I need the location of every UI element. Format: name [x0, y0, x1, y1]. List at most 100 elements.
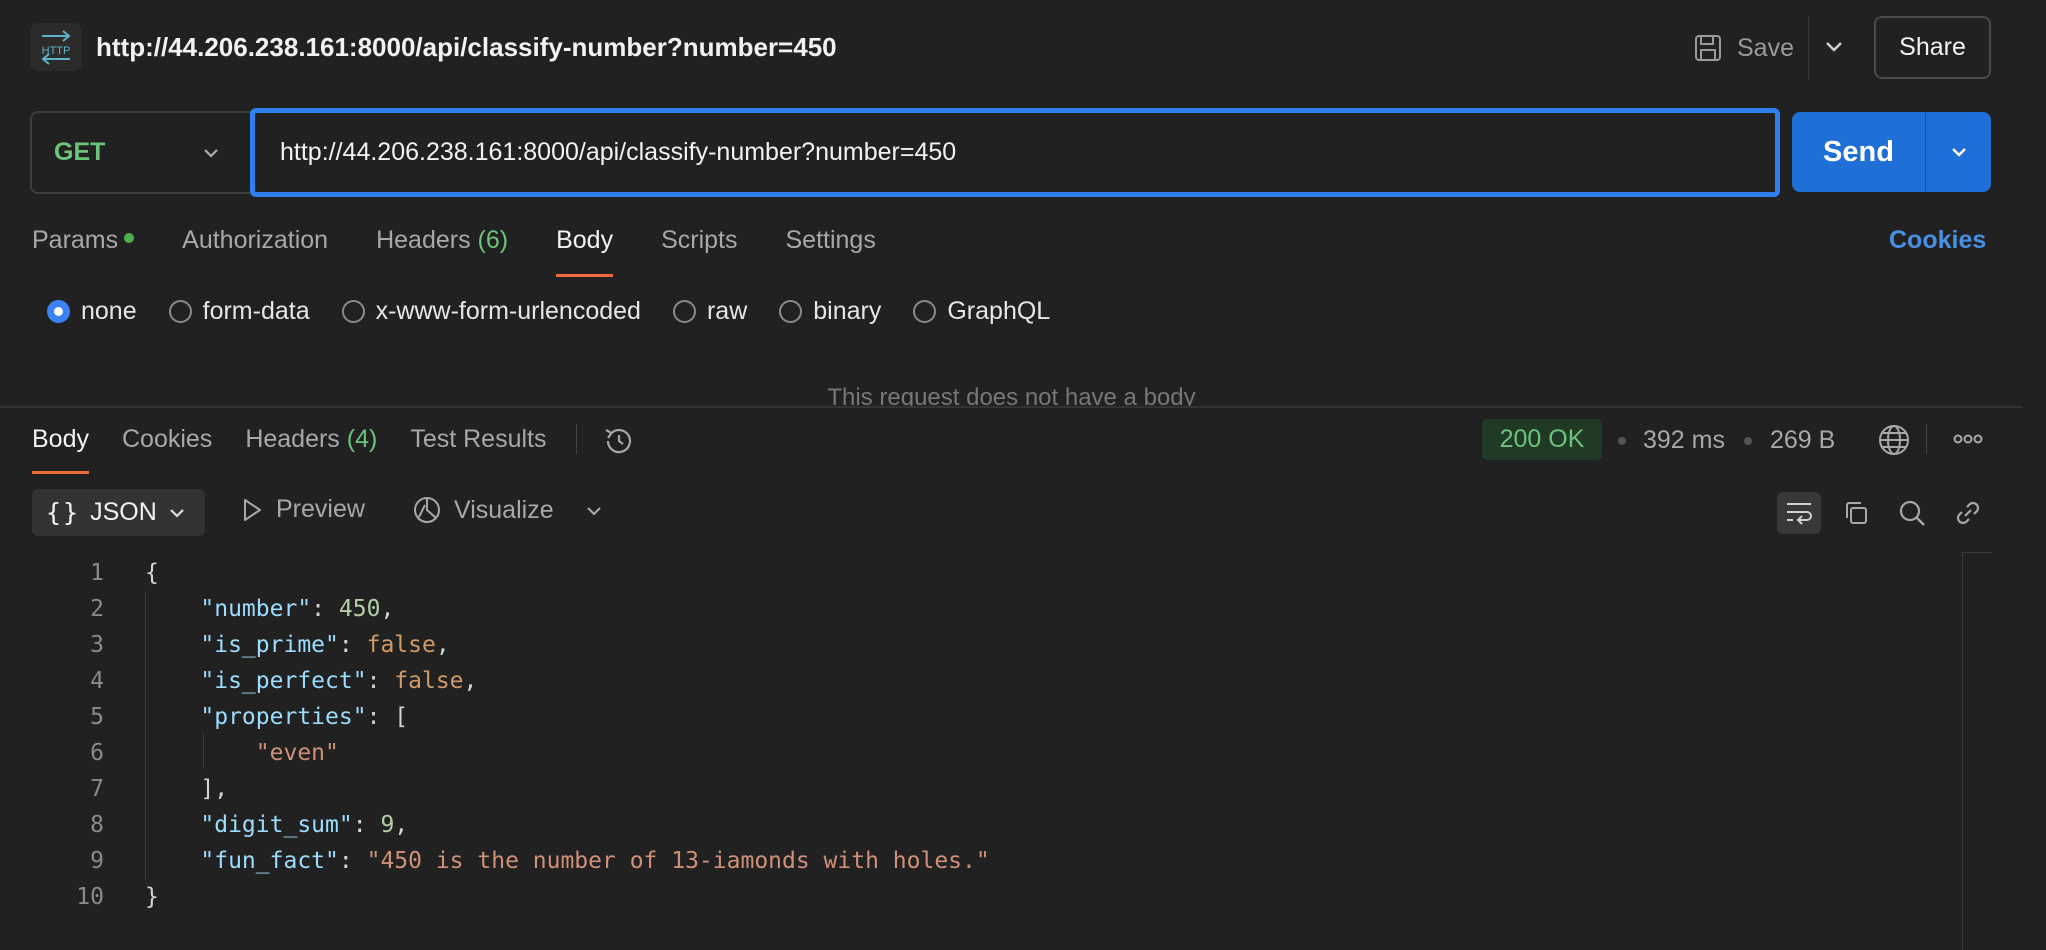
tab-authorization[interactable]: Authorization — [182, 226, 328, 277]
radio-unchecked-icon — [672, 300, 696, 323]
radio-graphql[interactable]: GraphQL — [913, 297, 1050, 326]
play-icon — [240, 497, 264, 523]
tab-settings-label: Settings — [785, 226, 876, 254]
code-line: 4 "is_perfect": false, — [0, 663, 477, 699]
radio-unchecked-icon — [913, 300, 937, 323]
tab-params-label: Params — [32, 226, 119, 254]
response-tab-test-results-label: Test Results — [410, 425, 547, 453]
line-number: 5 — [90, 704, 104, 730]
body-type-radio-group: none form-data x-www-form-urlencoded raw… — [47, 297, 1082, 326]
send-button[interactable]: Send — [1792, 112, 1926, 192]
tab-body[interactable]: Body — [556, 226, 613, 277]
save-options-chevron-icon[interactable] — [1822, 34, 1846, 58]
visualize-label: Visualize — [454, 495, 554, 524]
radio-graphql-label: GraphQL — [947, 297, 1051, 325]
tab-body-label: Body — [556, 226, 614, 254]
globe-icon[interactable] — [1877, 423, 1911, 457]
chevron-down-icon — [167, 503, 187, 523]
radio-raw-label: raw — [706, 297, 748, 325]
pane-splitter[interactable] — [0, 406, 2023, 408]
response-tab-cookies[interactable]: Cookies — [122, 425, 212, 474]
more-options-icon[interactable] — [1953, 431, 1983, 447]
code-text: "even" — [255, 740, 339, 766]
save-label: Save — [1737, 33, 1794, 62]
response-tab-cookies-label: Cookies — [121, 425, 213, 453]
history-icon[interactable] — [602, 424, 636, 458]
svg-text:HTTP: HTTP — [42, 45, 71, 57]
request-title[interactable]: http://44.206.238.161:8000/api/classify-… — [96, 32, 837, 63]
code-text: "is_prime": false, — [200, 632, 450, 658]
response-size[interactable]: 269 B — [1770, 426, 1835, 455]
code-text: "properties": [ — [200, 704, 409, 730]
format-select[interactable]: {} JSON — [32, 489, 205, 536]
send-options-chevron-icon[interactable] — [1926, 112, 1991, 192]
preview-button[interactable]: Preview — [240, 495, 365, 524]
share-button[interactable]: Share — [1874, 16, 1991, 79]
url-input[interactable]: http://44.206.238.161:8000/api/classify-… — [250, 108, 1780, 197]
radio-binary-label: binary — [813, 297, 882, 325]
method-select[interactable]: GET — [30, 111, 253, 194]
line-number: 6 — [90, 740, 104, 766]
code-line: 1{ — [0, 555, 159, 591]
response-time[interactable]: 392 ms — [1643, 426, 1725, 455]
tab-divider — [576, 424, 577, 454]
code-line: 7 ], — [0, 771, 228, 807]
radio-urlencoded-label: x-www-form-urlencoded — [375, 297, 641, 325]
status-badge[interactable]: 200 OK — [1482, 419, 1602, 460]
code-line: 5 "properties": [ — [0, 699, 408, 735]
copy-icon[interactable] — [1834, 492, 1878, 534]
line-number: 3 — [90, 632, 104, 658]
radio-none-label: none — [81, 297, 137, 325]
radio-binary[interactable]: binary — [779, 297, 881, 326]
response-tab-body[interactable]: Body — [32, 425, 89, 474]
cookies-link[interactable]: Cookies — [1889, 226, 1986, 255]
response-tab-headers[interactable]: Headers (4) — [245, 425, 377, 474]
code-line: 8 "digit_sum": 9, — [0, 807, 408, 843]
visualize-button[interactable]: Visualize — [412, 495, 554, 525]
radio-unchecked-icon — [168, 300, 192, 323]
line-number: 8 — [90, 812, 104, 838]
json-response-viewer[interactable]: 1{2 "number": 450, 3 "is_prime": false, 4 … — [0, 555, 990, 915]
radio-unchecked-icon — [779, 300, 803, 323]
code-line: 9 "fun_fact": "450 is the number of 13-i… — [0, 843, 990, 879]
radio-unchecked-icon — [341, 300, 365, 323]
scrollbar-cap — [1962, 552, 1992, 553]
send-button-group: Send — [1792, 112, 1991, 192]
line-number: 9 — [90, 848, 104, 874]
radio-none[interactable]: none — [47, 297, 137, 326]
radio-urlencoded[interactable]: x-www-form-urlencoded — [341, 297, 641, 326]
line-number: 2 — [90, 596, 104, 622]
code-line: 10} — [0, 879, 159, 915]
save-icon — [1693, 33, 1723, 63]
preview-label: Preview — [276, 495, 365, 523]
tab-scripts-label: Scripts — [661, 226, 738, 254]
tab-scripts[interactable]: Scripts — [661, 226, 737, 277]
wrap-lines-icon[interactable] — [1777, 492, 1821, 534]
tab-settings[interactable]: Settings — [785, 226, 875, 277]
tab-params[interactable]: Params — [32, 226, 135, 277]
scrollbar-track[interactable] — [1962, 552, 1963, 950]
braces-icon: {} — [46, 498, 81, 527]
radio-form-data-label: form-data — [202, 297, 310, 325]
radio-raw[interactable]: raw — [672, 297, 748, 326]
header-divider — [1808, 16, 1809, 80]
save-button[interactable]: Save — [1693, 28, 1794, 68]
radio-form-data[interactable]: form-data — [168, 297, 310, 326]
code-text: { — [145, 560, 159, 586]
code-text: "is_perfect": false, — [200, 668, 478, 694]
visualize-options-chevron-icon[interactable] — [583, 500, 605, 522]
code-text: } — [145, 884, 159, 910]
search-icon[interactable] — [1890, 492, 1934, 534]
meta-separator-dot — [1618, 437, 1626, 445]
request-tabs: Params Authorization Headers (6) Body Sc… — [32, 226, 924, 277]
tab-headers-label: Headers — [376, 226, 471, 254]
link-icon[interactable] — [1946, 492, 1990, 534]
format-label: JSON — [90, 498, 157, 526]
tab-headers[interactable]: Headers (6) — [376, 226, 508, 277]
line-number: 1 — [90, 560, 104, 586]
http-request-icon: HTTP — [30, 23, 82, 71]
line-number: 10 — [76, 884, 104, 910]
response-tab-test-results[interactable]: Test Results — [410, 425, 546, 474]
meta-divider — [1926, 424, 1927, 454]
code-line: 3 "is_prime": false, — [0, 627, 450, 663]
